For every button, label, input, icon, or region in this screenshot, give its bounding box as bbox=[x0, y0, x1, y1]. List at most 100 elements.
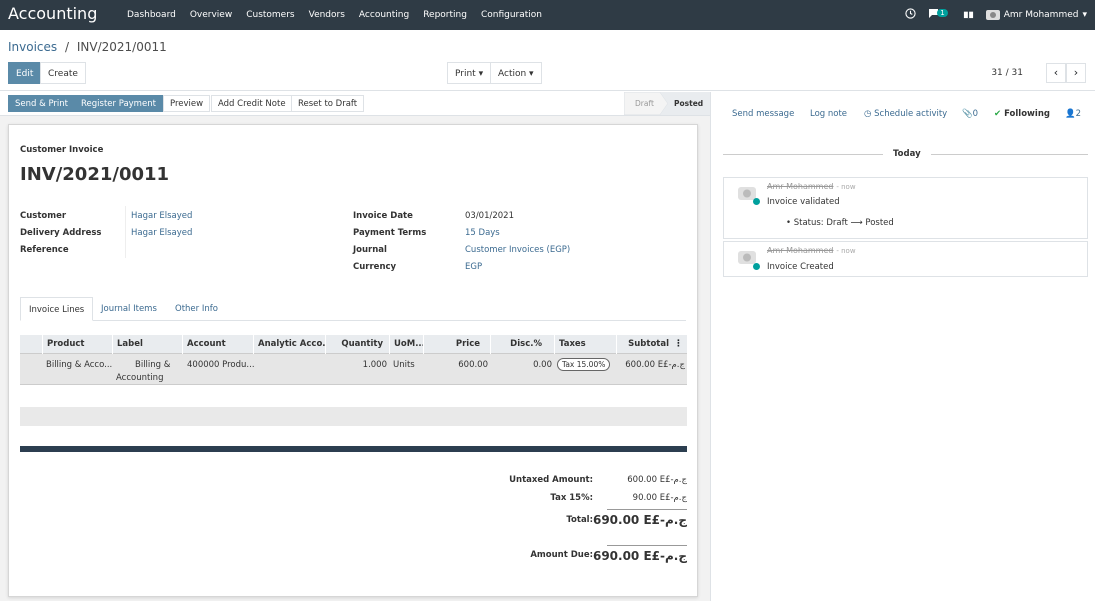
message-author[interactable]: Amr Mohammed bbox=[767, 246, 833, 255]
column-account[interactable]: Account bbox=[182, 335, 253, 354]
menu-vendors[interactable]: Vendors bbox=[309, 10, 345, 20]
journal-label: Journal bbox=[353, 245, 387, 255]
paperclip-icon: 📎 bbox=[962, 109, 973, 119]
day-label: Today bbox=[883, 149, 931, 159]
invoice-number: INV/2021/0011 bbox=[20, 164, 170, 185]
line-uom[interactable]: Units bbox=[393, 360, 415, 370]
control-panel: Invoices / INV/2021/0011 Edit Create Pri… bbox=[0, 30, 1095, 91]
invoice-date-value[interactable]: 03/01/2021 bbox=[465, 211, 514, 221]
menu-overview[interactable]: Overview bbox=[190, 10, 232, 20]
line-quantity[interactable]: 1.000 bbox=[347, 360, 387, 370]
following-label: Following bbox=[1004, 109, 1050, 119]
attachments-button[interactable]: 📎0 bbox=[962, 109, 978, 119]
pager-next-button[interactable]: › bbox=[1066, 63, 1086, 83]
send-message-button[interactable]: Send message bbox=[732, 109, 794, 119]
user-menu[interactable]: Amr Mohammed ▾ bbox=[985, 8, 1087, 23]
line-price[interactable]: 600.00 bbox=[440, 360, 488, 370]
amount-due-divider bbox=[607, 545, 687, 546]
gift-icon[interactable] bbox=[963, 8, 974, 22]
column-price[interactable]: Price bbox=[423, 335, 490, 354]
line-discount[interactable]: 0.00 bbox=[510, 360, 552, 370]
currency-label: Currency bbox=[353, 262, 397, 272]
column-quantity[interactable]: Quantity bbox=[325, 335, 389, 354]
author-avatar bbox=[736, 184, 756, 200]
clock-icon[interactable] bbox=[905, 8, 916, 22]
breadcrumb-invoices[interactable]: Invoices bbox=[8, 40, 57, 54]
log-note-button[interactable]: Log note bbox=[810, 109, 847, 119]
attachments-count: 0 bbox=[972, 109, 979, 119]
tab-invoice-lines[interactable]: Invoice Lines bbox=[20, 297, 94, 321]
tax-label: Tax 15%: bbox=[550, 493, 593, 503]
column-uom[interactable]: UoM... bbox=[389, 335, 423, 354]
create-button[interactable]: Create bbox=[40, 62, 86, 84]
column-analytic-account[interactable]: Analytic Acco... bbox=[253, 335, 325, 354]
menu-customers[interactable]: Customers bbox=[246, 10, 294, 20]
tab-journal-items[interactable]: Journal Items bbox=[93, 297, 165, 321]
breadcrumb-current: INV/2021/0011 bbox=[76, 40, 167, 54]
message-author[interactable]: Amr Mohammed bbox=[767, 182, 833, 191]
pager-value[interactable]: 31 / 31 bbox=[991, 68, 1023, 78]
breadcrumb: Invoices / INV/2021/0011 bbox=[8, 40, 167, 54]
column-taxes[interactable]: Taxes bbox=[554, 335, 616, 354]
reference-label: Reference bbox=[20, 245, 69, 255]
print-dropdown[interactable]: Print ▾ bbox=[447, 62, 492, 84]
add-line-row[interactable] bbox=[20, 407, 687, 426]
journal-value[interactable]: Customer Invoices (EGP) bbox=[465, 245, 570, 255]
untaxed-amount-label: Untaxed Amount: bbox=[509, 475, 593, 485]
systray: 1 Amr Mohammed ▾ bbox=[905, 0, 1087, 30]
handle-column-header bbox=[20, 335, 42, 354]
action-dropdown[interactable]: Action ▾ bbox=[490, 62, 542, 84]
optional-columns-icon[interactable]: ⋮ bbox=[674, 335, 683, 354]
menu-reporting[interactable]: Reporting bbox=[423, 10, 467, 20]
customer-value[interactable]: Hagar Elsayed bbox=[131, 211, 192, 221]
chat-icon[interactable]: 1 bbox=[928, 8, 950, 22]
invoice-sheet: Customer Invoice INV/2021/0011 Customer … bbox=[8, 124, 698, 597]
preview-button[interactable]: Preview bbox=[163, 95, 211, 112]
column-product[interactable]: Product bbox=[42, 335, 112, 354]
column-discount[interactable]: Disc.% bbox=[490, 335, 554, 354]
payment-terms-value[interactable]: 15 Days bbox=[465, 228, 500, 238]
following-button[interactable]: ✔ Following bbox=[994, 109, 1050, 119]
line-label-1[interactable]: Billing & bbox=[135, 360, 170, 370]
schedule-activity-button[interactable]: ◷ Schedule activity bbox=[864, 109, 947, 119]
status-bar: Send & Print Register Payment Preview Ad… bbox=[0, 92, 710, 116]
menu-configuration[interactable]: Configuration bbox=[481, 10, 542, 20]
payment-terms-label: Payment Terms bbox=[353, 228, 427, 238]
currency-value[interactable]: EGP bbox=[465, 262, 482, 272]
invoice-type: Customer Invoice bbox=[20, 145, 104, 155]
register-payment-button[interactable]: Register Payment bbox=[74, 95, 163, 112]
column-label[interactable]: Label bbox=[112, 335, 182, 354]
delivery-address-value[interactable]: Hagar Elsayed bbox=[131, 228, 192, 238]
delivery-address-label: Delivery Address bbox=[20, 228, 102, 238]
message: Amr Mohammed - now Invoice Created bbox=[723, 241, 1088, 277]
app-name[interactable]: Accounting bbox=[8, 4, 97, 23]
add-credit-note-button[interactable]: Add Credit Note bbox=[211, 95, 293, 112]
online-status-icon bbox=[753, 198, 760, 205]
pager-previous-button[interactable]: ‹ bbox=[1046, 63, 1066, 83]
tracking-text: Status: Draft ⟶ Posted bbox=[793, 218, 894, 228]
amount-due-value: 690.00 E£-ج.م bbox=[592, 549, 687, 563]
line-label-2[interactable]: Accounting bbox=[116, 373, 163, 383]
reset-to-draft-button[interactable]: Reset to Draft bbox=[291, 95, 365, 112]
field-divider bbox=[125, 206, 126, 258]
tab-other-info[interactable]: Other Info bbox=[167, 297, 226, 321]
line-product[interactable]: Billing & Acco... bbox=[46, 360, 112, 370]
edit-button[interactable]: Edit bbox=[8, 62, 42, 84]
main-menu: Dashboard Overview Customers Vendors Acc… bbox=[120, 0, 549, 30]
tax-tag[interactable]: Tax 15.00% bbox=[557, 358, 611, 371]
user-name: Amr Mohammed bbox=[1003, 10, 1079, 20]
bullet-icon: • bbox=[786, 218, 792, 228]
stage-draft[interactable]: Draft bbox=[635, 92, 654, 115]
table-row[interactable]: Billing & Acco... Billing & Accounting 4… bbox=[20, 354, 687, 385]
print-label: Print bbox=[455, 69, 476, 79]
total-divider bbox=[607, 509, 687, 510]
line-account[interactable]: 400000 Produ... bbox=[187, 360, 255, 370]
user-icon: 👤 bbox=[1065, 109, 1076, 119]
lines-table-header: Product Label Account Analytic Acco... Q… bbox=[20, 335, 687, 354]
menu-accounting[interactable]: Accounting bbox=[359, 10, 409, 20]
send-print-button[interactable]: Send & Print bbox=[8, 95, 75, 112]
followers-button[interactable]: 👤2 bbox=[1065, 109, 1081, 119]
action-label: Action bbox=[498, 69, 527, 79]
check-icon: ✔ bbox=[994, 109, 1002, 119]
menu-dashboard[interactable]: Dashboard bbox=[127, 10, 176, 20]
